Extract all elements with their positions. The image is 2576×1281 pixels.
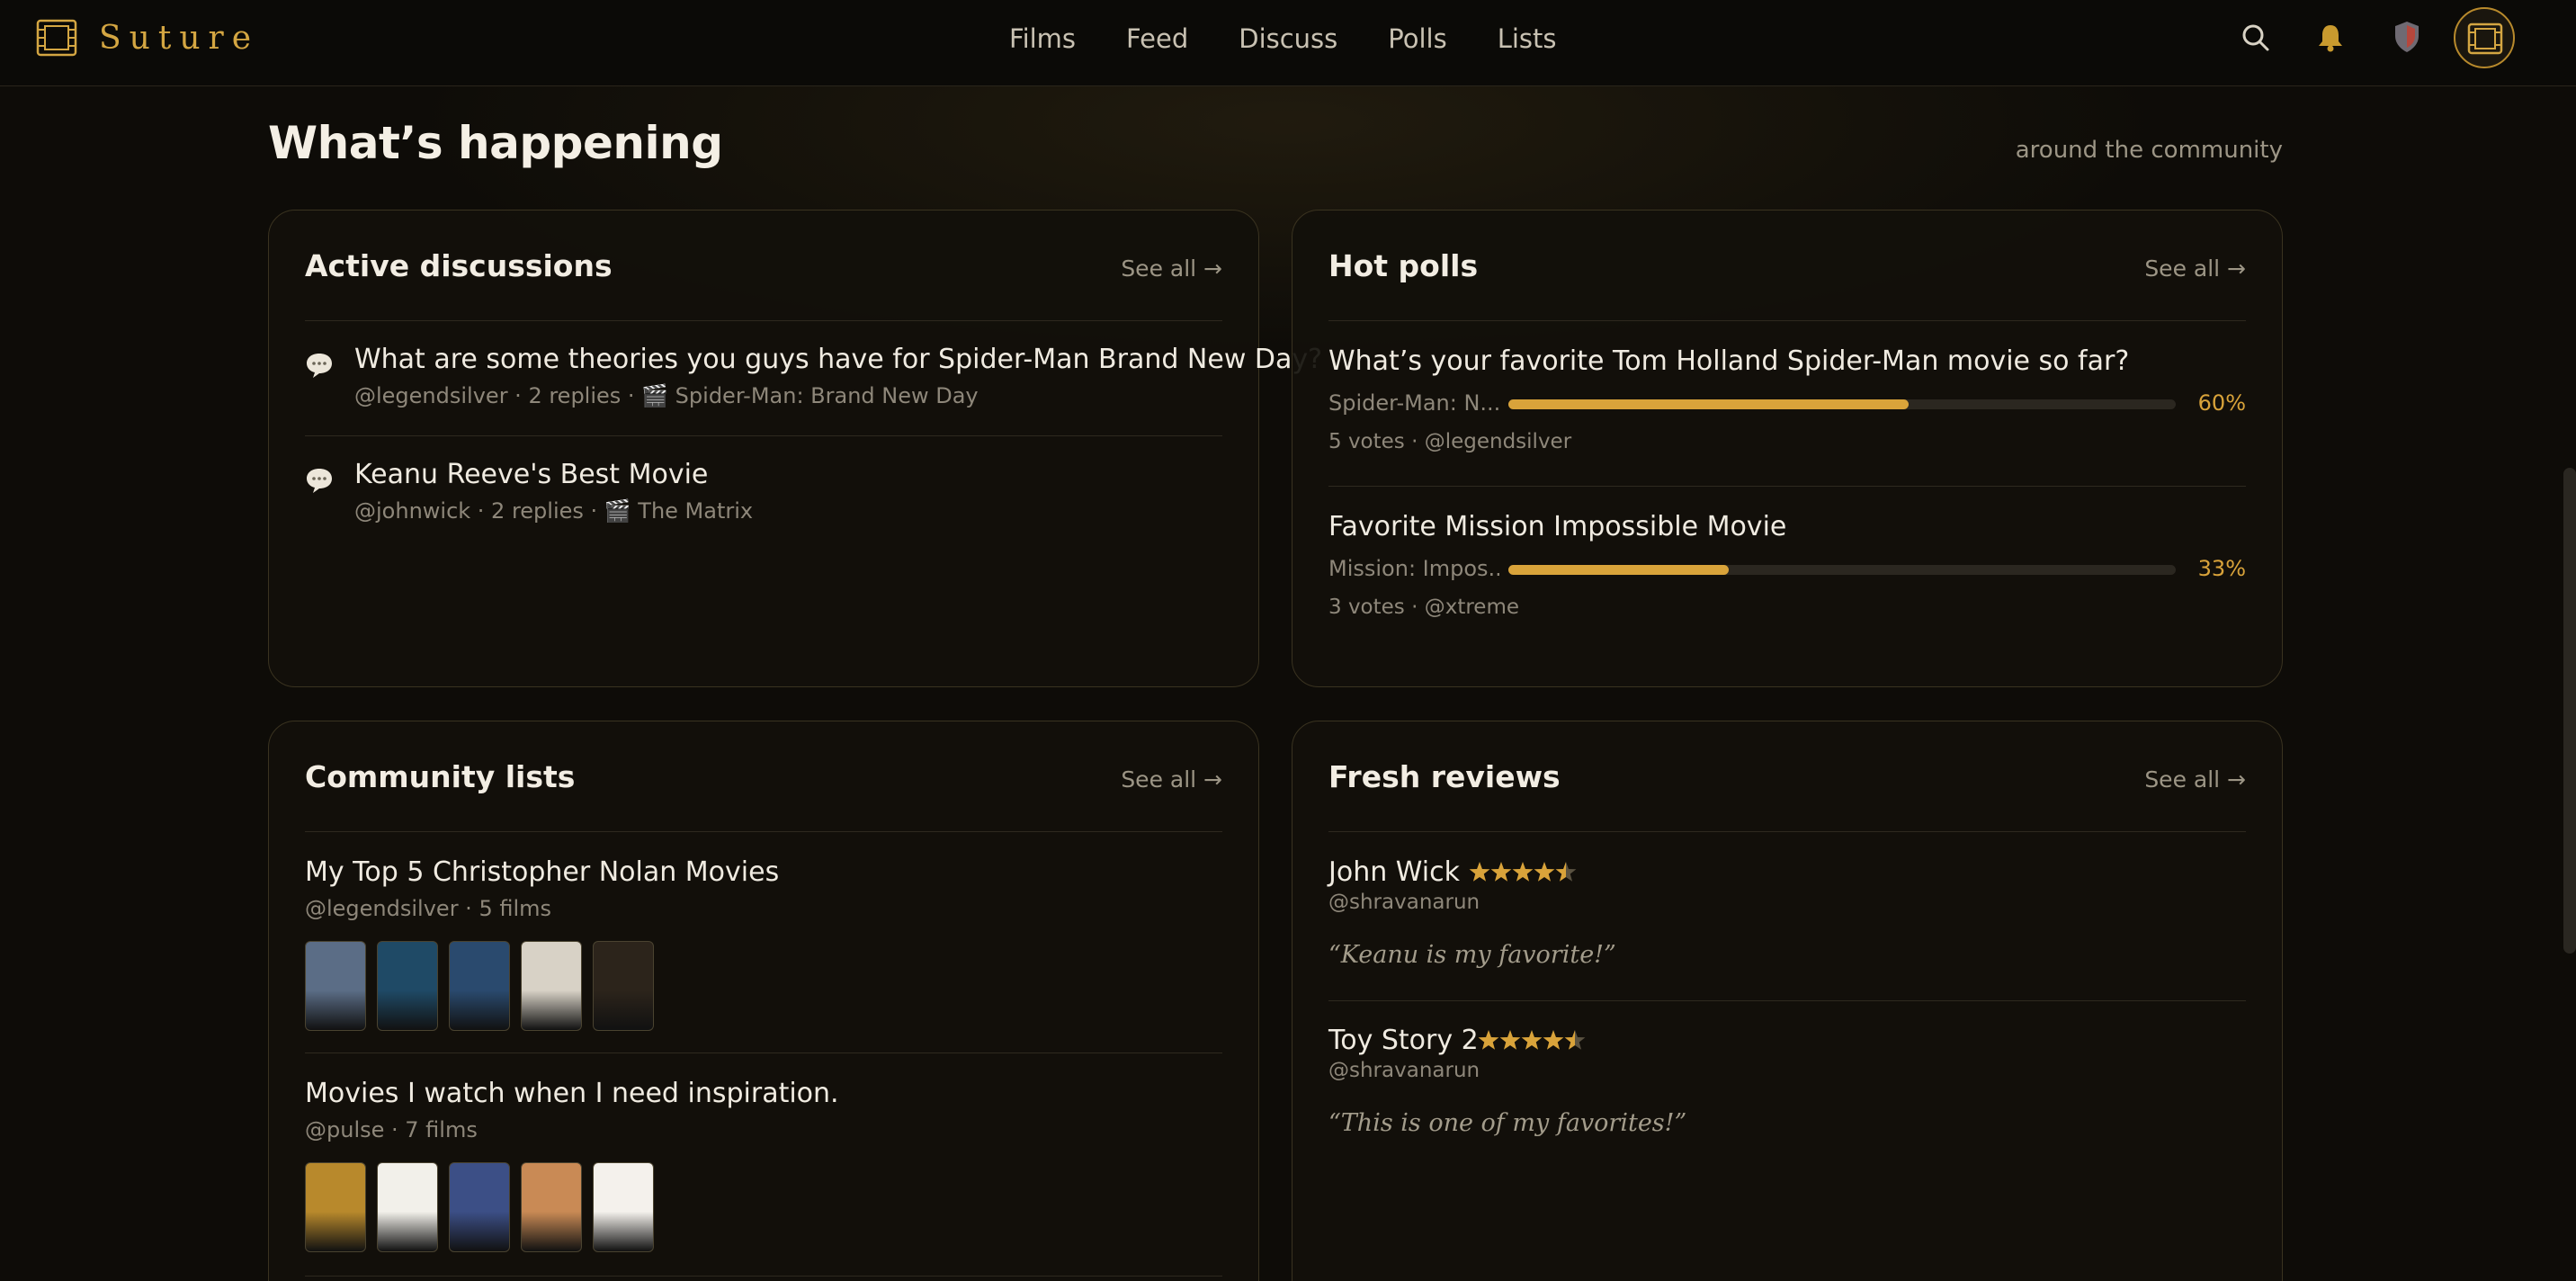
review-username[interactable]: @shravanarun (1328, 891, 1480, 914)
film-poster[interactable] (377, 941, 438, 1031)
divider (305, 435, 1222, 436)
section-title: What’s happening (268, 117, 723, 169)
star-icon (1490, 862, 1512, 882)
list-meta: @pulse · 7 films (305, 1117, 478, 1142)
hot-polls-card: Hot polls See all → What’s your favorite… (1292, 210, 2283, 687)
fresh-reviews-card: Fresh reviews See all → John Wick @shrav… (1292, 721, 2283, 1281)
film-poster[interactable] (521, 941, 582, 1031)
star-icon (1469, 862, 1490, 882)
film-poster[interactable] (305, 941, 366, 1031)
see-all-discussions-link[interactable]: See all → (1121, 255, 1222, 282)
see-all-polls-link[interactable]: See all → (2144, 255, 2246, 282)
poll-item[interactable]: Favorite Mission Impossible Movie Missio… (1328, 511, 2246, 628)
nav-polls[interactable]: Polls (1388, 22, 1446, 56)
star-icon (1543, 1030, 1564, 1050)
poll-progress-fill (1508, 565, 1729, 575)
nav-films[interactable]: Films (1009, 22, 1076, 56)
star-icon (1512, 862, 1534, 882)
review-quote: “Keanu is my favorite!” (1328, 941, 1616, 969)
poll-question[interactable]: Favorite Mission Impossible Movie (1328, 511, 1786, 542)
divider (1328, 1000, 2246, 1001)
discussion-meta: @johnwick · 2 replies · 🎬 The Matrix (354, 498, 754, 524)
discussion-item[interactable]: What are some theories you guys have for… (305, 344, 1322, 416)
poll-percent: 60% (2197, 390, 2246, 416)
nav-discuss[interactable]: Discuss (1239, 22, 1337, 56)
star-icon (1555, 862, 1577, 882)
discussion-meta: @legendsilver · 2 replies · 🎬 Spider-Man… (354, 383, 979, 408)
avatar-film-icon (2467, 22, 2503, 55)
list-item[interactable]: My Top 5 Christopher Nolan Movies @legen… (305, 856, 1222, 1036)
speech-bubble-icon (307, 354, 332, 378)
film-poster[interactable] (305, 1162, 366, 1252)
bell-icon[interactable] (2315, 22, 2346, 54)
film-poster[interactable] (377, 1162, 438, 1252)
active-discussions-card: Active discussions See all → What are so… (268, 210, 1322, 687)
card-title: Active discussions (305, 248, 613, 283)
film-poster[interactable] (593, 941, 654, 1031)
poll-progress-fill (1508, 399, 1910, 409)
star-rating-icon (1469, 862, 1577, 882)
list-meta: @legendsilver · 5 films (305, 896, 552, 921)
poll-question[interactable]: What’s your favorite Tom Holland Spider-… (1328, 345, 2129, 377)
review-film-title[interactable]: Toy Story 2 (1328, 1025, 1479, 1056)
discussion-item[interactable]: Keanu Reeve's Best Movie @johnwick · 2 r… (305, 459, 1222, 531)
review-item[interactable]: Toy Story 2 @shravanarun “This is one of… (1328, 1025, 2246, 1151)
list-title[interactable]: Movies I watch when I need inspiration. (305, 1078, 839, 1109)
discussion-title[interactable]: What are some theories you guys have for… (354, 344, 1322, 375)
search-icon[interactable] (2240, 22, 2272, 54)
review-username[interactable]: @shravanarun (1328, 1059, 1480, 1082)
poll-meta: 3 votes · @xtreme (1328, 596, 1519, 619)
poll-progress-track (1508, 565, 2176, 575)
nav-lists[interactable]: Lists (1498, 22, 1557, 56)
divider (305, 320, 1222, 321)
film-poster[interactable] (449, 1162, 510, 1252)
divider (305, 831, 1222, 832)
card-title: Fresh reviews (1328, 759, 1561, 794)
star-icon (1478, 1030, 1499, 1050)
film-poster[interactable] (449, 941, 510, 1031)
star-icon (1534, 862, 1555, 882)
review-item[interactable]: John Wick @shravanarun “Keanu is my favo… (1328, 856, 2246, 982)
divider (1328, 486, 2246, 487)
star-icon (1499, 1030, 1521, 1050)
divider (305, 1276, 1222, 1277)
review-quote: “This is one of my favorites!” (1328, 1109, 1687, 1137)
nav-feed[interactable]: Feed (1126, 22, 1188, 56)
see-all-reviews-link[interactable]: See all → (2144, 766, 2246, 793)
app-name: Suture (99, 19, 260, 57)
film-frame-logo-icon (36, 19, 77, 57)
main-nav: Films Feed Discuss Polls Lists (1009, 22, 1607, 56)
page-scrollbar[interactable] (2563, 468, 2576, 954)
discussion-title[interactable]: Keanu Reeve's Best Movie (354, 459, 708, 490)
star-rating-icon (1478, 1030, 1586, 1050)
divider (1328, 831, 2246, 832)
list-item[interactable]: Movies I watch when I need inspiration. … (305, 1078, 1222, 1258)
section-subtitle: around the community (2015, 137, 2283, 164)
app-logo[interactable]: Suture (36, 18, 259, 58)
speech-bubble-icon (307, 469, 332, 493)
review-film-title[interactable]: John Wick (1328, 856, 1460, 888)
poll-progress-track (1508, 399, 2176, 409)
top-navigation-bar: Suture Films Feed Discuss Polls Lists (0, 0, 2576, 86)
star-icon (1521, 1030, 1543, 1050)
poll-leading-option: Mission: Impos... (1328, 556, 1499, 581)
card-title: Hot polls (1328, 248, 1479, 283)
shield-icon[interactable] (2393, 20, 2421, 54)
list-title[interactable]: My Top 5 Christopher Nolan Movies (305, 856, 779, 888)
poll-leading-option: Spider-Man: N... (1328, 390, 1499, 416)
film-poster[interactable] (521, 1162, 582, 1252)
community-lists-card: Community lists See all → My Top 5 Chris… (268, 721, 1259, 1281)
film-poster[interactable] (593, 1162, 654, 1252)
card-title: Community lists (305, 759, 576, 794)
poll-meta: 5 votes · @legendsilver (1328, 430, 1572, 453)
poll-percent: 33% (2197, 556, 2246, 581)
see-all-lists-link[interactable]: See all → (1121, 766, 1222, 793)
divider (1328, 320, 2246, 321)
user-avatar[interactable] (2454, 7, 2515, 68)
poll-item[interactable]: What’s your favorite Tom Holland Spider-… (1328, 345, 2246, 462)
star-icon (1564, 1030, 1586, 1050)
